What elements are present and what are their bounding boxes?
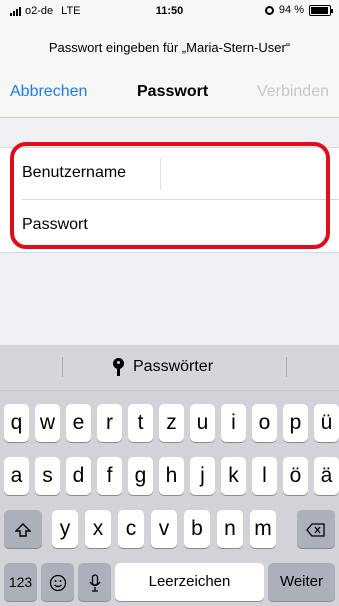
username-label: Benutzername: [22, 164, 127, 181]
login-form: Benutzername Passwort: [0, 147, 339, 253]
password-input[interactable]: [160, 210, 319, 242]
suggestion-divider: [62, 357, 63, 377]
key-c[interactable]: c: [118, 510, 144, 548]
battery-icon: [309, 4, 333, 16]
key-s[interactable]: s: [35, 457, 60, 495]
key-ö[interactable]: ö: [283, 457, 308, 495]
next-key[interactable]: Weiter: [268, 563, 335, 601]
password-row[interactable]: Passwort: [0, 200, 339, 252]
passwords-label: Passwörter: [133, 358, 214, 375]
battery-percent: 94 %: [278, 4, 304, 16]
key-e[interactable]: e: [66, 404, 91, 442]
password-label: Passwort: [22, 216, 88, 233]
microphone-icon: [88, 574, 101, 592]
shift-icon: [15, 523, 31, 537]
key-d[interactable]: d: [66, 457, 91, 495]
key-h[interactable]: h: [159, 457, 184, 495]
backspace-icon: [306, 523, 325, 537]
key-r[interactable]: r: [97, 404, 122, 442]
key-n[interactable]: n: [217, 510, 243, 548]
key-l[interactable]: l: [252, 457, 277, 495]
key-b[interactable]: b: [184, 510, 210, 548]
key-a[interactable]: a: [4, 457, 29, 495]
nav-title: Passwort: [137, 83, 209, 100]
key-u[interactable]: u: [190, 404, 215, 442]
key-g[interactable]: g: [128, 457, 153, 495]
key-t[interactable]: t: [128, 404, 153, 442]
suggestion-divider: [286, 357, 287, 377]
key-k[interactable]: k: [221, 457, 246, 495]
key-icon: [112, 358, 126, 376]
shift-key[interactable]: [4, 510, 42, 548]
key-v[interactable]: v: [151, 510, 177, 548]
username-row[interactable]: Benutzername: [0, 148, 339, 200]
key-z[interactable]: z: [159, 404, 184, 442]
suggestion-bar: Passwörter: [0, 345, 339, 391]
dictation-key[interactable]: [78, 563, 111, 601]
status-bar: o2-de LTE 11:50 94 %: [0, 0, 339, 22]
key-m[interactable]: m: [250, 510, 276, 548]
alarm-icon: [264, 5, 274, 15]
emoji-key[interactable]: [41, 563, 74, 601]
cancel-button[interactable]: Abbrechen: [10, 83, 87, 101]
emoji-icon: [49, 575, 66, 592]
key-w[interactable]: w: [35, 404, 60, 442]
connect-button[interactable]: Verbinden: [257, 83, 329, 101]
key-p[interactable]: p: [283, 404, 308, 442]
numbers-key[interactable]: 123: [4, 563, 37, 601]
key-x[interactable]: x: [85, 510, 111, 548]
key-y[interactable]: y: [52, 510, 78, 548]
delete-key[interactable]: [297, 510, 335, 548]
nav-bar: Abbrechen Passwort Verbinden: [0, 83, 339, 105]
key-j[interactable]: j: [190, 457, 215, 495]
status-right: 94 %: [264, 4, 333, 16]
keyboard: Passwörter qwertzuiopü asdfghjklöä yxcvb…: [0, 345, 339, 606]
key-ä[interactable]: ä: [314, 457, 339, 495]
key-f[interactable]: f: [97, 457, 122, 495]
top-bar: o2-de LTE 11:50 94 % Passwort eingeben f…: [0, 0, 339, 118]
password-prompt: Passwort eingeben für „Maria-Stern-User“: [48, 40, 291, 55]
passwords-suggestion[interactable]: Passwörter: [112, 358, 213, 376]
space-key[interactable]: Leerzeichen: [115, 563, 264, 601]
key-i[interactable]: i: [221, 404, 246, 442]
key-ü[interactable]: ü: [314, 404, 339, 442]
key-q[interactable]: q: [4, 404, 29, 442]
username-input[interactable]: [160, 158, 319, 190]
key-o[interactable]: o: [252, 404, 277, 442]
